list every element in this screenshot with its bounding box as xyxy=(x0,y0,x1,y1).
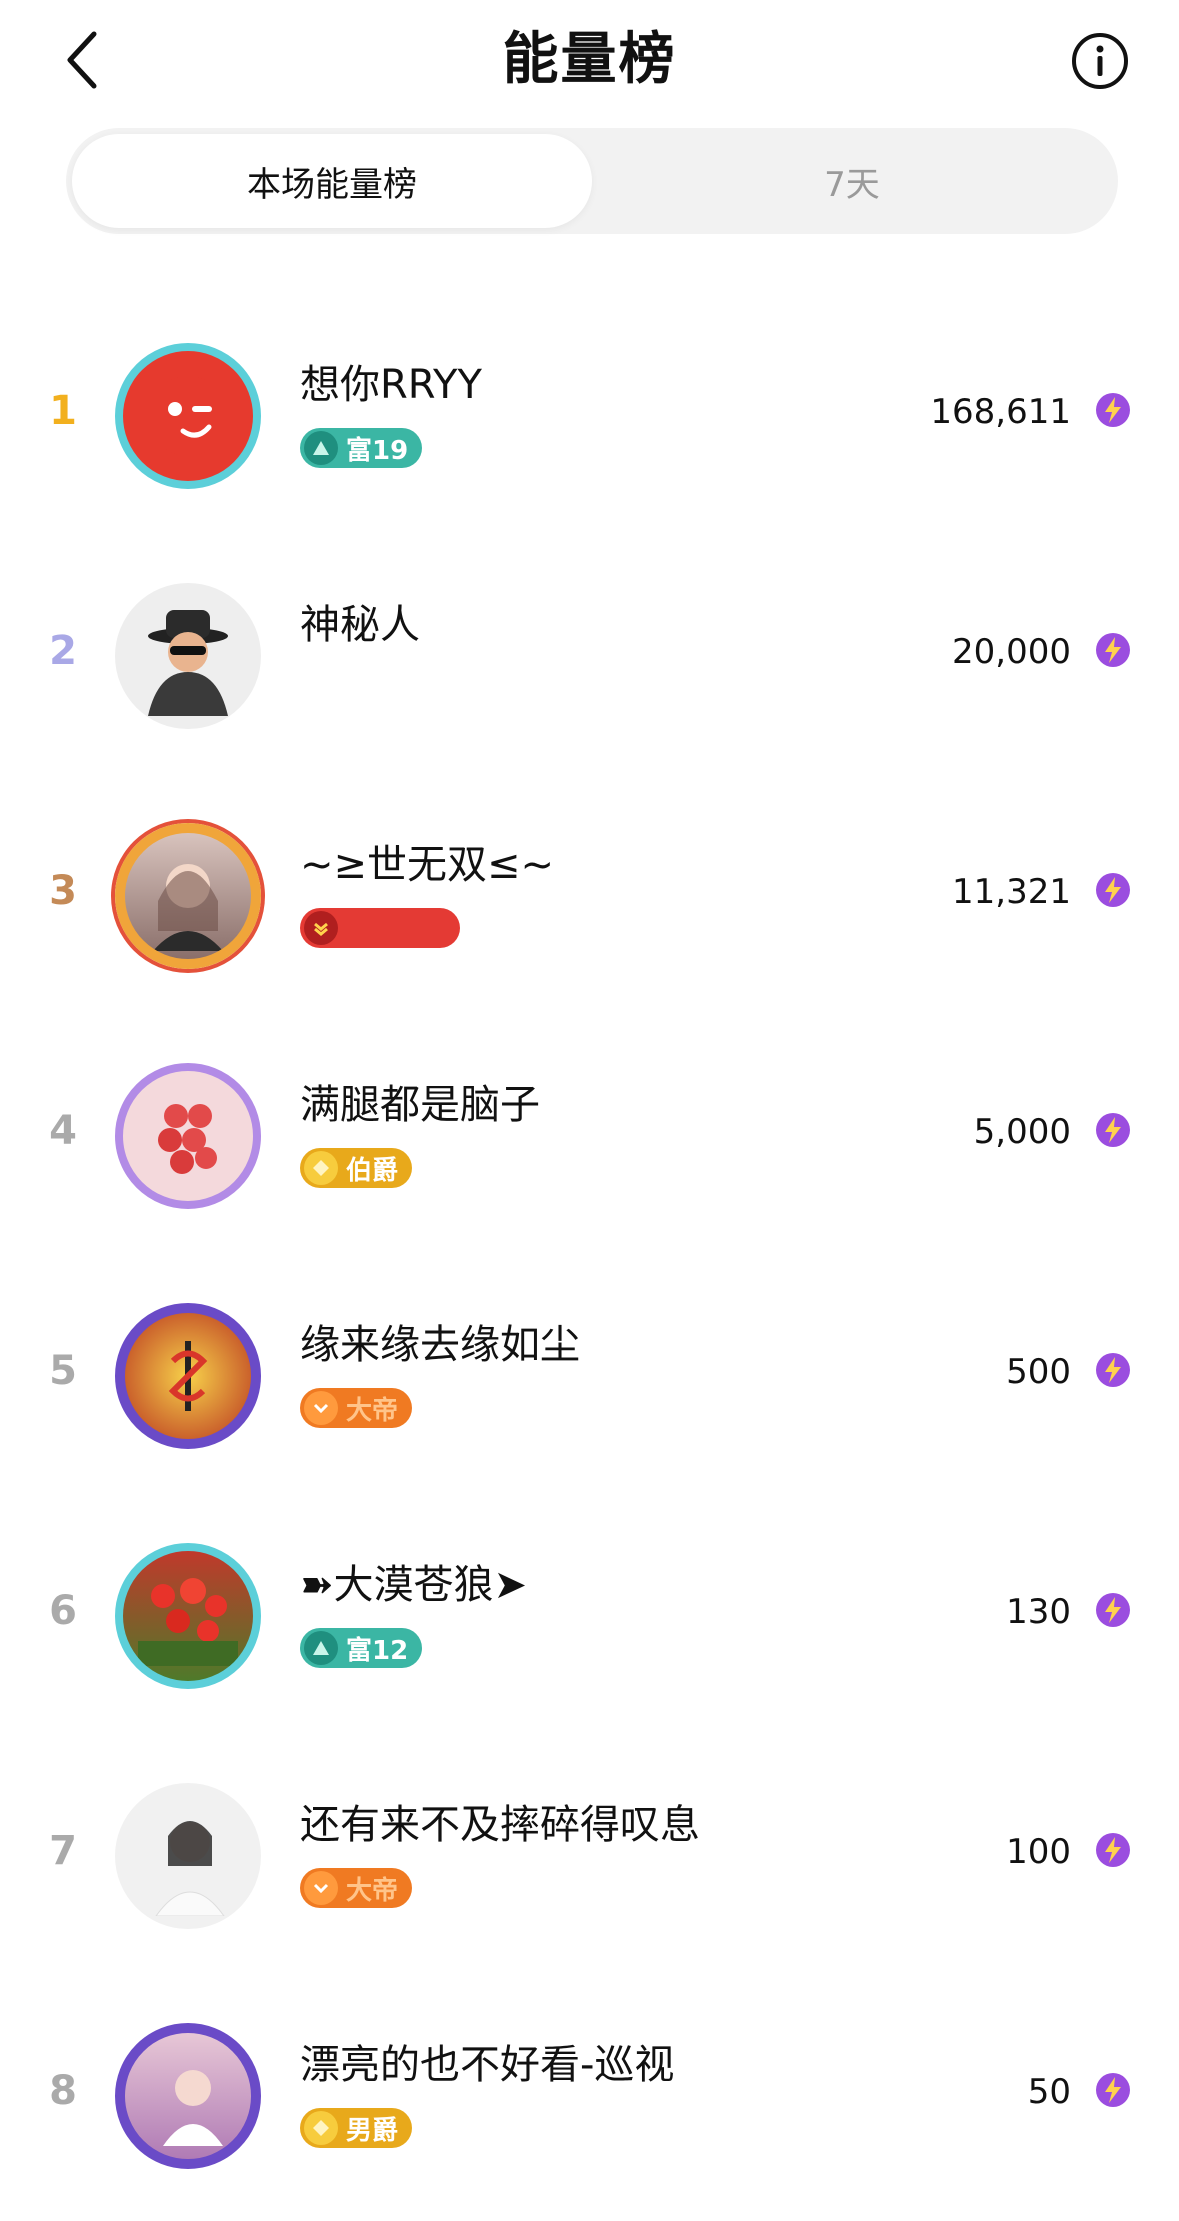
rank-number: 8 xyxy=(49,2068,77,2114)
hearts-icon xyxy=(158,1104,217,1174)
portrait-icon xyxy=(163,2070,223,2146)
lightning-icon xyxy=(1096,633,1130,667)
rank-number: 2 xyxy=(49,628,77,674)
emblem-icon xyxy=(168,1341,208,1411)
chevron-down-icon xyxy=(304,1391,338,1425)
energy-score: 500 xyxy=(1006,1352,1071,1392)
rank-number: 5 xyxy=(49,1348,77,1394)
user-name: 满腿都是脑子 xyxy=(300,1082,540,1128)
list-item[interactable]: 1 想你RRYY 富19 168,611 xyxy=(0,300,1179,540)
rank-number: 7 xyxy=(49,1828,77,1874)
energy-score: 50 xyxy=(1027,2072,1071,2112)
level-badge: 男爵 xyxy=(300,2108,413,2148)
energy-score: 130 xyxy=(1006,1592,1071,1632)
user-name: 缘来缘去缘如尘 xyxy=(300,1322,580,1368)
lightning-icon xyxy=(1096,1833,1130,1867)
badge-label: 富12 xyxy=(346,1635,409,1666)
rank-number: 4 xyxy=(49,1108,77,1154)
level-badge: 伯爵 xyxy=(300,1148,413,1188)
list-item[interactable]: 2 神秘人 20,000 xyxy=(0,540,1179,780)
user-name: 漂亮的也不好看-巡视 xyxy=(300,2042,675,2088)
user-name: ➽大漠苍狼➤ xyxy=(300,1562,528,1608)
tab-7-days[interactable]: 7天 xyxy=(592,134,1112,228)
mystery-person-icon xyxy=(148,610,228,716)
diamond-icon xyxy=(304,1151,338,1185)
energy-score: 20,000 xyxy=(952,632,1071,672)
avatar[interactable] xyxy=(100,1048,276,1224)
lightning-icon xyxy=(1096,873,1130,907)
avatar[interactable] xyxy=(100,2008,276,2184)
info-icon xyxy=(1072,33,1128,89)
level-badge: 大帝 xyxy=(300,1868,413,1908)
level-badge: 富12 xyxy=(300,1628,423,1668)
energy-score: 11,321 xyxy=(952,872,1071,912)
rank-number: 6 xyxy=(49,1588,77,1634)
list-item[interactable]: 5 缘来缘去缘如尘 大帝 500 xyxy=(0,1260,1179,1500)
avatar[interactable] xyxy=(100,808,276,984)
list-item[interactable]: 7 还有来不及摔碎得叹息 大帝 100 xyxy=(0,1740,1179,1980)
page-title: 能量榜 xyxy=(502,27,677,92)
level-badge xyxy=(300,908,460,948)
badge-label: 大帝 xyxy=(346,1875,399,1906)
user-name: 还有来不及摔碎得叹息 xyxy=(300,1802,700,1848)
triangle-icon xyxy=(304,1631,338,1665)
avatar[interactable] xyxy=(100,1528,276,1704)
portrait-icon xyxy=(153,864,223,951)
tulips-icon xyxy=(138,1578,238,1666)
list-item[interactable]: 6 ➽大漠苍狼➤ 富12 130 xyxy=(0,1500,1179,1740)
diamond-icon xyxy=(304,2111,338,2145)
avatar-face-icon xyxy=(148,376,228,456)
badge-label: 大帝 xyxy=(346,1395,399,1426)
triangle-icon xyxy=(304,431,338,465)
top-bar: 能量榜 xyxy=(0,0,1179,120)
info-button[interactable] xyxy=(1069,30,1131,92)
chevron-badge-icon xyxy=(304,911,338,945)
lightning-icon xyxy=(1096,1113,1130,1147)
lightning-icon xyxy=(1096,2073,1130,2107)
avatar[interactable] xyxy=(100,568,276,744)
list-item[interactable]: 3 ~≥世无双≤~ 11,321 xyxy=(0,780,1179,1020)
user-name: 神秘人 xyxy=(300,602,420,648)
avatar[interactable] xyxy=(100,1288,276,1464)
energy-score: 100 xyxy=(1006,1832,1071,1872)
level-badge: 富19 xyxy=(300,428,423,468)
badge-label: 富19 xyxy=(346,435,409,466)
tab-bar: 本场能量榜 7天 xyxy=(66,128,1118,234)
portrait-icon xyxy=(155,1821,225,1916)
avatar[interactable] xyxy=(100,1768,276,1944)
rank-number: 1 xyxy=(49,388,77,434)
leaderboard-list: 1 想你RRYY 富19 168,611 2 神秘人 20,000 3 ~≥世无… xyxy=(0,300,1179,2220)
lightning-icon xyxy=(1096,393,1130,427)
badge-label: 伯爵 xyxy=(346,1155,399,1186)
tab-current-session[interactable]: 本场能量榜 xyxy=(72,134,592,228)
chevron-down-icon xyxy=(304,1871,338,1905)
rank-number: 3 xyxy=(49,868,77,914)
lightning-icon xyxy=(1096,1593,1130,1627)
avatar[interactable] xyxy=(100,328,276,504)
list-item[interactable]: 4 满腿都是脑子 伯爵 5,000 xyxy=(0,1020,1179,1260)
user-name: 想你RRYY xyxy=(300,362,482,408)
energy-score: 5,000 xyxy=(973,1112,1071,1152)
energy-score: 168,611 xyxy=(930,392,1071,432)
user-name: ~≥世无双≤~ xyxy=(300,842,555,888)
badge-label: 男爵 xyxy=(346,2115,399,2146)
list-item[interactable]: 8 漂亮的也不好看-巡视 男爵 50 xyxy=(0,1980,1179,2220)
lightning-icon xyxy=(1096,1353,1130,1387)
level-badge: 大帝 xyxy=(300,1388,413,1428)
